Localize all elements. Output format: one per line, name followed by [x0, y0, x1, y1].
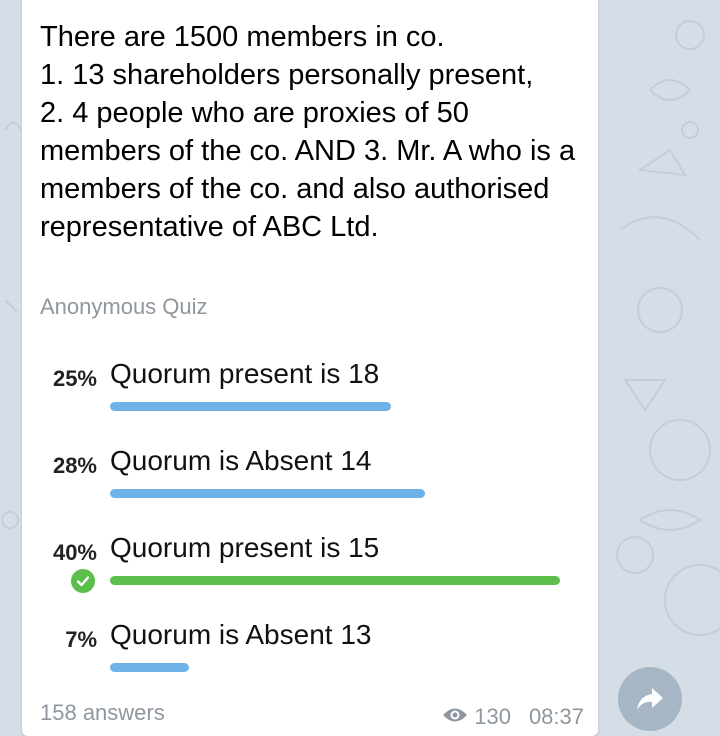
message-time: 08:37: [528, 704, 584, 729]
option-percent: 25%: [52, 366, 97, 391]
option-text: Quorum is Absent 14: [110, 445, 372, 476]
option-result-bar: [110, 402, 391, 411]
poll-option[interactable]: 28% Quorum is Absent 14: [22, 445, 598, 525]
poll-option[interactable]: 25% Quorum present is 18: [22, 358, 598, 438]
poll-option-correct[interactable]: 40% Quorum present is 15: [22, 532, 598, 612]
answers-count[interactable]: 158 answers: [40, 700, 165, 726]
option-result-bar: [110, 663, 189, 672]
message-meta: 130 08:37: [442, 704, 584, 730]
option-percent: 40%: [52, 540, 97, 565]
option-result-bar: [110, 489, 425, 498]
poll-message-bubble: There are 1500 members in co. 1. 13 shar…: [22, 0, 598, 736]
poll-option[interactable]: 7% Quorum is Absent 13: [22, 619, 598, 699]
option-percent: 7%: [65, 627, 97, 652]
views-count: 130: [474, 704, 511, 729]
option-result-bar: [110, 576, 560, 585]
option-text: Quorum present is 15: [110, 532, 380, 563]
option-percent: 28%: [52, 453, 97, 478]
share-arrow-icon: [637, 688, 663, 710]
check-icon: [69, 567, 97, 595]
option-text: Quorum present is 18: [110, 358, 380, 389]
quiz-type-label: Anonymous Quiz: [40, 294, 208, 319]
share-button[interactable]: [618, 667, 682, 731]
option-text: Quorum is Absent 13: [110, 619, 372, 650]
poll-question: There are 1500 members in co. 1. 13 shar…: [40, 21, 576, 243]
eye-icon: [442, 704, 468, 730]
